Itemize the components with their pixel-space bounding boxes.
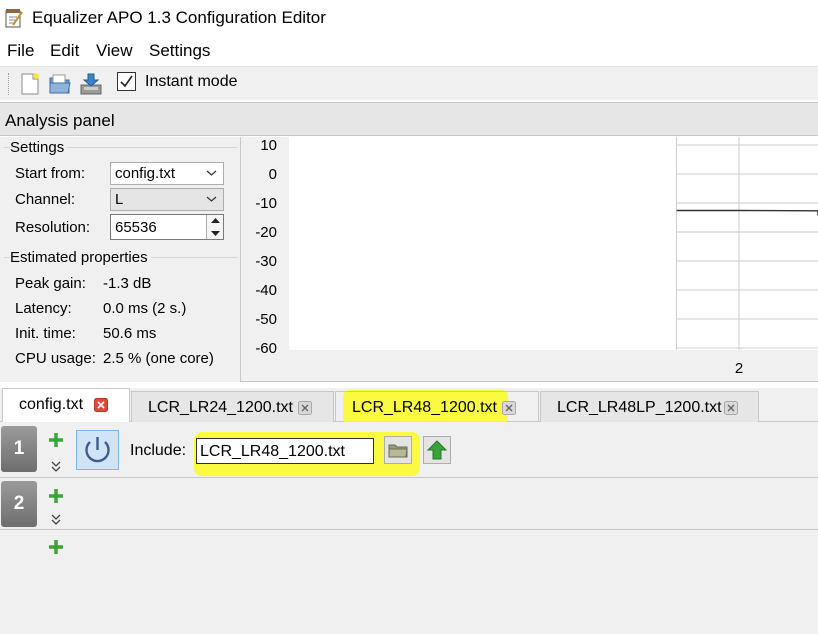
filter-row-2: 2 [0, 478, 818, 530]
menu-file[interactable]: File [7, 41, 34, 61]
spin-up-icon[interactable] [207, 215, 224, 227]
analysis-settings-panel: Settings Start from: config.txt Channel:… [0, 137, 240, 382]
notepad-icon [5, 9, 23, 28]
init-time-value: 50.6 ms [103, 325, 157, 342]
arrow-up-icon [426, 440, 448, 460]
cpu-usage-value: 2.5 % (one core) [103, 350, 214, 367]
filter-row-1: 1 Include: LCR_LR48_1200.txt [0, 422, 818, 478]
resolution-spin-buttons[interactable] [206, 215, 223, 239]
new-file-icon[interactable] [17, 71, 43, 97]
peak-gain-value: -1.3 dB [103, 275, 152, 292]
close-icon[interactable] [94, 398, 108, 412]
chevron-down-icon [206, 196, 217, 202]
title-bar: Equalizer APO 1.3 Configuration Editor [0, 0, 818, 36]
menu-bar: File Edit View Settings [0, 38, 818, 64]
spin-down-icon[interactable] [207, 227, 224, 239]
power-icon [85, 437, 110, 463]
cpu-usage-label: CPU usage: [15, 350, 96, 367]
tab-label: LCR_LR24_1200.txt [148, 399, 293, 416]
filter-list: 1 Include: LCR_LR48_1200.txt 2 [0, 422, 818, 634]
row-number[interactable]: 1 [1, 426, 37, 472]
include-file-value: LCR_LR48_1200.txt [200, 443, 345, 460]
double-chevron-down-icon[interactable] [50, 513, 62, 527]
tab-label: LCR_LR48_1200.txt [352, 399, 497, 416]
row-number[interactable]: 2 [1, 481, 37, 527]
tab-config-txt[interactable]: config.txt [2, 388, 130, 423]
y-tick-label: -30 [255, 253, 277, 270]
analysis-panel-header[interactable]: Analysis panel [0, 102, 818, 136]
start-from-value: config.txt [115, 165, 176, 182]
add-filter-icon[interactable] [48, 432, 64, 448]
menu-view[interactable]: View [96, 41, 133, 61]
estimated-group-title: Estimated properties [10, 249, 151, 266]
tab-lcr-lr48[interactable]: LCR_LR48_1200.txt [335, 391, 539, 422]
instant-mode-checkbox[interactable] [117, 72, 136, 91]
analysis-panel-title: Analysis panel [5, 111, 115, 130]
menu-settings[interactable]: Settings [149, 41, 210, 61]
tab-label: LCR_LR48LP_1200.txt [557, 399, 722, 416]
open-folder-icon[interactable] [47, 71, 73, 97]
settings-group-title: Settings [10, 139, 68, 156]
add-filter-icon[interactable] [48, 488, 64, 504]
menu-edit[interactable]: Edit [50, 41, 79, 61]
y-tick-label: 10 [260, 137, 277, 154]
tab-lcr-lr24[interactable]: LCR_LR24_1200.txt [131, 391, 334, 422]
browse-button[interactable] [384, 436, 412, 464]
save-icon[interactable] [78, 71, 104, 97]
chevron-down-icon [206, 170, 217, 176]
start-from-label: Start from: [15, 165, 86, 182]
y-tick-label: -40 [255, 282, 277, 299]
close-icon[interactable] [298, 401, 312, 415]
y-tick-label: -10 [255, 195, 277, 212]
start-from-select[interactable]: config.txt [110, 162, 224, 185]
checkmark-icon [120, 75, 133, 88]
close-icon[interactable] [724, 401, 738, 415]
resolution-spinbox[interactable]: 65536 [110, 214, 224, 240]
y-tick-label: -20 [255, 224, 277, 241]
file-tab-bar: config.txt LCR_LR24_1200.txt LCR_LR48_12… [0, 388, 818, 424]
instant-mode-label: Instant mode [145, 73, 238, 90]
resolution-value: 65536 [115, 219, 157, 236]
double-chevron-down-icon[interactable] [50, 460, 62, 474]
resolution-label: Resolution: [15, 219, 91, 236]
folder-icon [388, 444, 408, 458]
y-tick-label: -50 [255, 311, 277, 328]
latency-value: 0.0 ms (2 s.) [103, 300, 187, 317]
window-title: Equalizer APO 1.3 Configuration Editor [32, 8, 326, 27]
include-label: Include: [130, 442, 187, 459]
y-tick-label: -60 [255, 340, 277, 357]
x-tick-label: 2 [735, 360, 743, 377]
channel-select[interactable]: L [110, 188, 224, 211]
tab-lcr-lr48lp[interactable]: LCR_LR48LP_1200.txt [540, 391, 759, 422]
power-toggle-button[interactable] [76, 430, 119, 470]
latency-label: Latency: [15, 300, 72, 317]
chart-canvas[interactable]: 100-10-20-30-40-50-602345 [241, 137, 818, 381]
init-time-label: Init. time: [15, 325, 76, 342]
open-include-button[interactable] [423, 436, 451, 464]
toolbar-grip[interactable] [8, 73, 11, 95]
tab-label: config.txt [19, 396, 84, 413]
close-icon[interactable] [502, 401, 516, 415]
add-filter-icon[interactable] [48, 539, 64, 555]
channel-value: L [115, 191, 124, 208]
include-file-input[interactable]: LCR_LR48_1200.txt [196, 438, 374, 464]
peak-gain-label: Peak gain: [15, 275, 86, 292]
channel-label: Channel: [15, 191, 76, 208]
y-tick-label: 0 [269, 166, 277, 183]
